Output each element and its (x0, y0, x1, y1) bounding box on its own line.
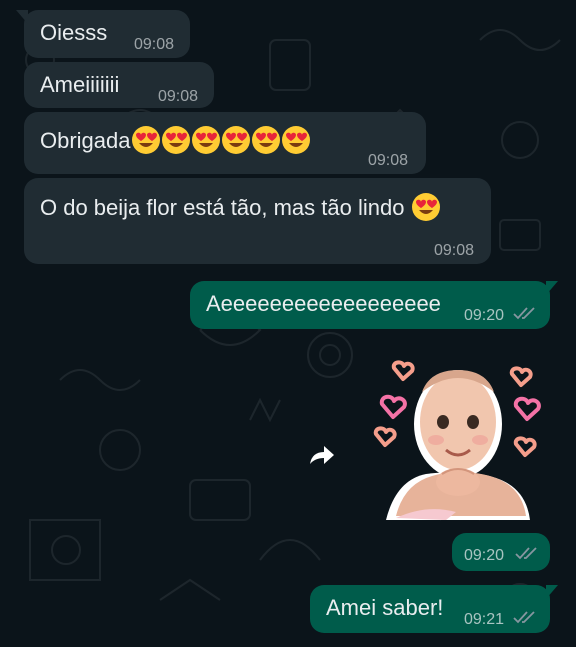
message-text: Obrigada (40, 125, 311, 155)
heart-eyes-emoji (251, 125, 281, 155)
heart-eyes-emoji-row (131, 125, 311, 155)
message-text: Aeeeeeeeeeeeeeeeeee (206, 291, 441, 316)
incoming-message[interactable]: O do beija flor está tão, mas tão lindo … (24, 178, 491, 264)
forward-arrow-icon[interactable] (306, 438, 338, 470)
message-time: 09:08 (434, 242, 475, 259)
message-text: Ameiiiiiii (40, 72, 120, 97)
message-text: Oiesss (40, 20, 108, 45)
message-time: 09:20 (464, 547, 505, 564)
message-label: Obrigada (40, 128, 131, 153)
heart-eyes-emoji (411, 192, 441, 222)
outgoing-message[interactable]: 09:20 (452, 533, 550, 571)
incoming-message[interactable]: Obrigada 09:08 (24, 112, 426, 174)
outgoing-message[interactable]: Amei saber! 09:21 (310, 585, 558, 633)
heart-eyes-emoji (221, 125, 251, 155)
message-time: 09:08 (368, 152, 409, 169)
incoming-message[interactable]: Ameiiiiiii 09:08 (24, 62, 214, 108)
heart-eyes-emoji (191, 125, 221, 155)
heart-eyes-emoji (281, 125, 311, 155)
outgoing-message[interactable]: Aeeeeeeeeeeeeeeeeee 09:20 (190, 281, 558, 329)
incoming-message[interactable]: Oiesss 09:08 (16, 10, 190, 58)
double-check-icon (513, 611, 535, 624)
double-check-icon (513, 307, 535, 320)
message-time: 09:08 (158, 88, 199, 105)
message-text: Amei saber! (326, 595, 444, 620)
baby-with-hearts-sticker[interactable] (366, 354, 550, 524)
message-label: O do beija flor está tão, mas tão lindo (40, 195, 405, 220)
message-time: 09:21 (464, 611, 505, 628)
message-text: O do beija flor está tão, mas tão lindo (40, 192, 441, 222)
message-time: 09:20 (464, 307, 505, 324)
double-check-icon (515, 547, 537, 560)
heart-eyes-emoji (161, 125, 191, 155)
message-time: 09:08 (134, 36, 175, 53)
heart-eyes-emoji (131, 125, 161, 155)
